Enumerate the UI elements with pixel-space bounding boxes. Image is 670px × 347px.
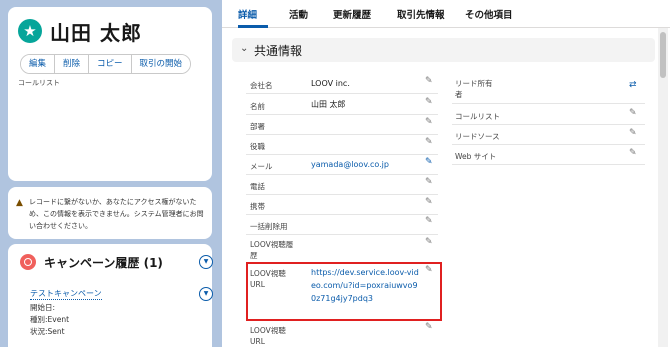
field-divider [246, 194, 438, 195]
active-tab-indicator [238, 25, 268, 28]
edit-pencil-icon[interactable]: ✎ [425, 177, 433, 187]
field-label-company: 会社名 [250, 81, 273, 90]
field-divider [452, 164, 645, 165]
campaign-status: 状況:Sent [30, 327, 65, 336]
field-label-email: メール [250, 162, 273, 171]
field-label-phone: 電話 [250, 182, 265, 191]
tab-details[interactable]: 詳細 [238, 7, 257, 21]
edit-pencil-icon[interactable]: ✎ [425, 216, 433, 226]
field-label-loov-url-2: LOOV視聴URL [250, 326, 286, 346]
field-divider [246, 174, 438, 175]
edit-pencil-icon[interactable]: ✎ [629, 128, 637, 138]
field-label-call-list: コールリスト [455, 112, 500, 121]
edit-pencil-icon[interactable]: ✎ [425, 157, 433, 167]
start-deal-button[interactable]: 取引の開始 [131, 55, 191, 73]
contact-name: 山田 太郎 [50, 21, 142, 45]
campaign-menu-dropdown[interactable]: ▼ [199, 255, 213, 269]
field-label-title: 役職 [250, 142, 265, 151]
delete-button[interactable]: 削除 [55, 55, 90, 73]
field-label-lead-source: リードソース [455, 132, 500, 141]
field-divider [246, 134, 438, 135]
tab-history[interactable]: 更新履歴 [333, 7, 371, 21]
contact-card: ★ 山田 太郎 編集 削除 コピー 取引の開始 コールリスト [8, 7, 212, 181]
scrollbar[interactable] [658, 28, 668, 347]
field-value-name: 山田 太郎 [311, 100, 346, 109]
access-warning-text: レコードに繋がないか、あなたにアクセス権がないため、この情報を表示できません。シ… [29, 198, 204, 230]
call-list-label: コールリスト [18, 79, 60, 87]
field-label-lead-owner: リード所有者 [455, 79, 493, 99]
section-title: 共通情報 [254, 44, 303, 58]
edit-pencil-icon[interactable]: ✎ [425, 97, 433, 107]
edit-pencil-icon[interactable]: ✎ [425, 117, 433, 127]
field-value-email[interactable]: yamada@loov.co.jp [311, 158, 389, 171]
field-divider [246, 214, 438, 215]
change-owner-icon[interactable]: ⇄ [629, 80, 637, 90]
copy-button[interactable]: コピー [89, 55, 132, 73]
highlight-box [246, 262, 442, 321]
field-divider [246, 154, 438, 155]
field-divider [246, 93, 438, 94]
edit-pencil-icon[interactable]: ✎ [425, 76, 433, 86]
field-divider [246, 114, 438, 115]
access-warning-card: ▲ レコードに繋がないか、あなたにアクセス権がないため、この情報を表示できません… [8, 187, 212, 239]
tab-activity[interactable]: 活動 [289, 7, 308, 21]
edit-pencil-icon[interactable]: ✎ [425, 237, 433, 247]
field-label-loov-history: LOOV視聴履歴 [250, 240, 294, 260]
field-label-website: Web サイト [455, 152, 497, 161]
field-label-name: 名前 [250, 102, 265, 111]
tab-other-items[interactable]: その他項目 [465, 7, 513, 21]
field-value-company: LOOV inc. [311, 79, 350, 88]
action-button-group: 編集 削除 コピー 取引の開始 [20, 54, 192, 74]
field-label-department: 部署 [250, 122, 265, 131]
campaign-history-card: キャンペーン履歴 (1) ▼ テストキャンペーン ▼ 開始日: 種別:Event… [8, 244, 213, 347]
tab-bar: 詳細 活動 更新履歴 取引先情報 その他項目 [222, 0, 670, 28]
campaign-icon [20, 254, 36, 270]
campaign-item-dropdown[interactable]: ▼ [199, 287, 213, 301]
campaign-type: 種別:Event [30, 315, 70, 324]
edit-pencil-icon[interactable]: ✎ [425, 322, 433, 332]
field-divider [246, 234, 438, 235]
field-divider [452, 103, 645, 104]
field-label-mobile: 携帯 [250, 202, 265, 211]
campaign-history-title: キャンペーン履歴 (1) [44, 256, 163, 270]
campaign-link[interactable]: テストキャンペーン [30, 288, 102, 300]
field-divider [452, 144, 645, 145]
edit-pencil-icon[interactable]: ✎ [629, 108, 637, 118]
edit-pencil-icon[interactable]: ✎ [425, 137, 433, 147]
field-label-bulk-delete: 一括削除用 [250, 222, 288, 231]
campaign-start-date: 開始日: [30, 303, 56, 312]
detail-panel: 詳細 活動 更新履歴 取引先情報 その他項目 ⌄ 共通情報 会社名 LOOV i… [222, 0, 670, 347]
tab-account-info[interactable]: 取引先情報 [397, 7, 445, 21]
scrollbar-thumb[interactable] [660, 32, 666, 78]
warning-icon: ▲ [16, 198, 23, 208]
chevron-down-icon: ⌄ [240, 43, 249, 54]
section-header-common-info[interactable]: ⌄ 共通情報 [232, 38, 655, 62]
edit-pencil-icon[interactable]: ✎ [629, 148, 637, 158]
field-divider [452, 124, 645, 125]
star-icon: ★ [18, 19, 42, 43]
edit-pencil-icon[interactable]: ✎ [425, 197, 433, 207]
edit-button[interactable]: 編集 [21, 55, 56, 73]
